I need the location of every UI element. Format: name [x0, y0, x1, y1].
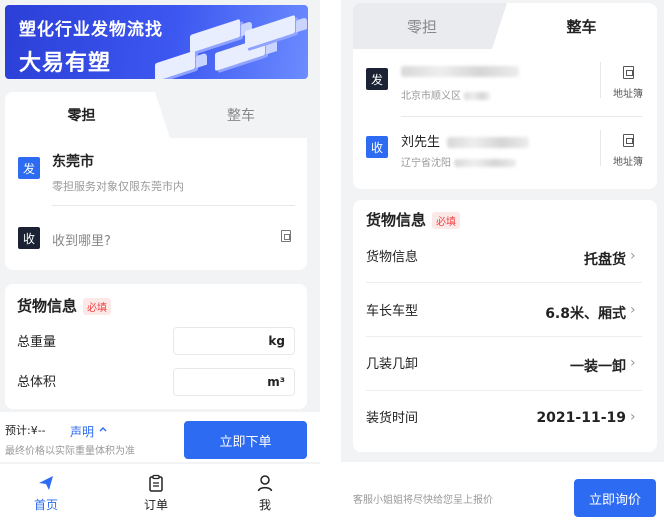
divider — [600, 130, 601, 166]
address-book-icon — [622, 66, 634, 79]
divider — [366, 390, 642, 391]
promo-banner[interactable]: 塑化行业发物流找 大易有塑 — [5, 5, 308, 79]
goods-title: 货物信息 — [17, 297, 78, 315]
declaration-link[interactable]: 声明 — [70, 423, 94, 440]
sender-badge: 发 — [18, 157, 40, 179]
weight-input[interactable]: kg — [173, 327, 295, 355]
divider — [401, 116, 642, 117]
nav-home-label: 首页 — [33, 498, 58, 512]
nav-profile-label: 我 — [258, 498, 271, 512]
tab-full-truck[interactable]: 整车 — [157, 92, 307, 138]
banner-headline: 塑化行业发物流找 — [19, 20, 163, 40]
required-badge: 必填 — [432, 212, 460, 229]
goods-type-value: 托盘货 — [584, 252, 626, 268]
sender-address[interactable]: 北京市顺义区 — [401, 87, 491, 102]
mode-tabs: 整车 零担 — [5, 92, 307, 138]
weight-unit: kg — [268, 334, 285, 348]
nav-profile[interactable]: 我 — [235, 474, 295, 513]
goods-title: 货物信息 — [366, 211, 427, 229]
weight-label: 总重量 — [17, 335, 57, 350]
divider — [366, 336, 642, 337]
chevron-right-icon: › — [630, 409, 636, 425]
send-icon — [37, 474, 55, 492]
address-book-icon[interactable] — [281, 230, 291, 242]
place-order-button[interactable]: 立即下单 — [184, 421, 307, 459]
divider — [600, 62, 601, 98]
load-unload-value: 一装一卸 — [570, 359, 626, 375]
vehicle-type-value: 6.8米、厢式 — [545, 306, 626, 322]
banner-brand: 大易有塑 — [19, 51, 112, 76]
receiver-address-input[interactable]: 收到哪里? — [52, 230, 111, 249]
divider — [52, 205, 295, 206]
sender-note: 零担服务对象仅限东莞市内 — [52, 180, 184, 193]
request-quote-button[interactable]: 立即询价 — [574, 479, 656, 517]
chevron-up-icon[interactable] — [99, 425, 107, 435]
chevron-right-icon: › — [630, 248, 636, 264]
loading-time-label: 装货时间 — [366, 411, 419, 426]
load-unload-label: 几装几卸 — [366, 357, 419, 372]
sender-address-book[interactable]: 地址簿 — [606, 66, 650, 100]
user-icon — [256, 474, 274, 492]
redacted-phone — [447, 137, 530, 148]
truck-illustration — [155, 50, 195, 79]
goods-type-label: 货物信息 — [366, 250, 419, 265]
loading-time-value: 2021-11-19 — [536, 410, 626, 426]
receiver-address-book[interactable]: 地址簿 — [606, 134, 650, 168]
nav-orders-label: 订单 — [143, 498, 168, 512]
nav-home[interactable]: 首页 — [16, 474, 76, 513]
divider — [366, 282, 642, 283]
clipboard-icon — [147, 474, 165, 492]
price-note: 最终价格以实际重量体积为准 — [5, 446, 135, 457]
volume-unit: m³ — [267, 375, 285, 389]
required-badge: 必填 — [83, 298, 111, 315]
redacted-address — [454, 159, 517, 167]
price-estimate: 预计:¥-- — [5, 424, 46, 437]
tab-less-than-truckload[interactable]: 零担 — [353, 3, 503, 49]
screen-gap — [320, 0, 341, 528]
volume-label: 总体积 — [17, 375, 57, 390]
mode-tabs-right: 零担 整车 — [353, 3, 657, 49]
receiver-name[interactable]: 刘先生 — [401, 131, 530, 150]
chevron-right-icon: › — [630, 355, 636, 371]
redacted-name — [401, 66, 519, 77]
receiver-badge: 收 — [18, 227, 40, 249]
vehicle-type-label: 车长车型 — [366, 304, 419, 319]
receiver-address[interactable]: 辽宁省沈阳 — [401, 154, 517, 169]
redacted-address — [464, 92, 491, 100]
address-card — [5, 138, 307, 270]
sender-badge: 发 — [366, 68, 388, 90]
quote-note: 客服小姐姐将尽快给您呈上报价 — [353, 495, 493, 506]
sender-name-blurred[interactable] — [401, 64, 519, 79]
sender-city[interactable]: 东莞市 — [52, 151, 94, 171]
nav-orders[interactable]: 订单 — [126, 474, 186, 513]
tab-full-truck[interactable]: 整车 — [492, 3, 657, 49]
receiver-badge: 收 — [366, 136, 388, 158]
volume-input[interactable]: m³ — [173, 368, 295, 396]
address-book-icon — [622, 134, 634, 147]
chevron-right-icon: › — [630, 302, 636, 318]
tab-less-than-truckload[interactable]: 零担 — [5, 92, 170, 138]
